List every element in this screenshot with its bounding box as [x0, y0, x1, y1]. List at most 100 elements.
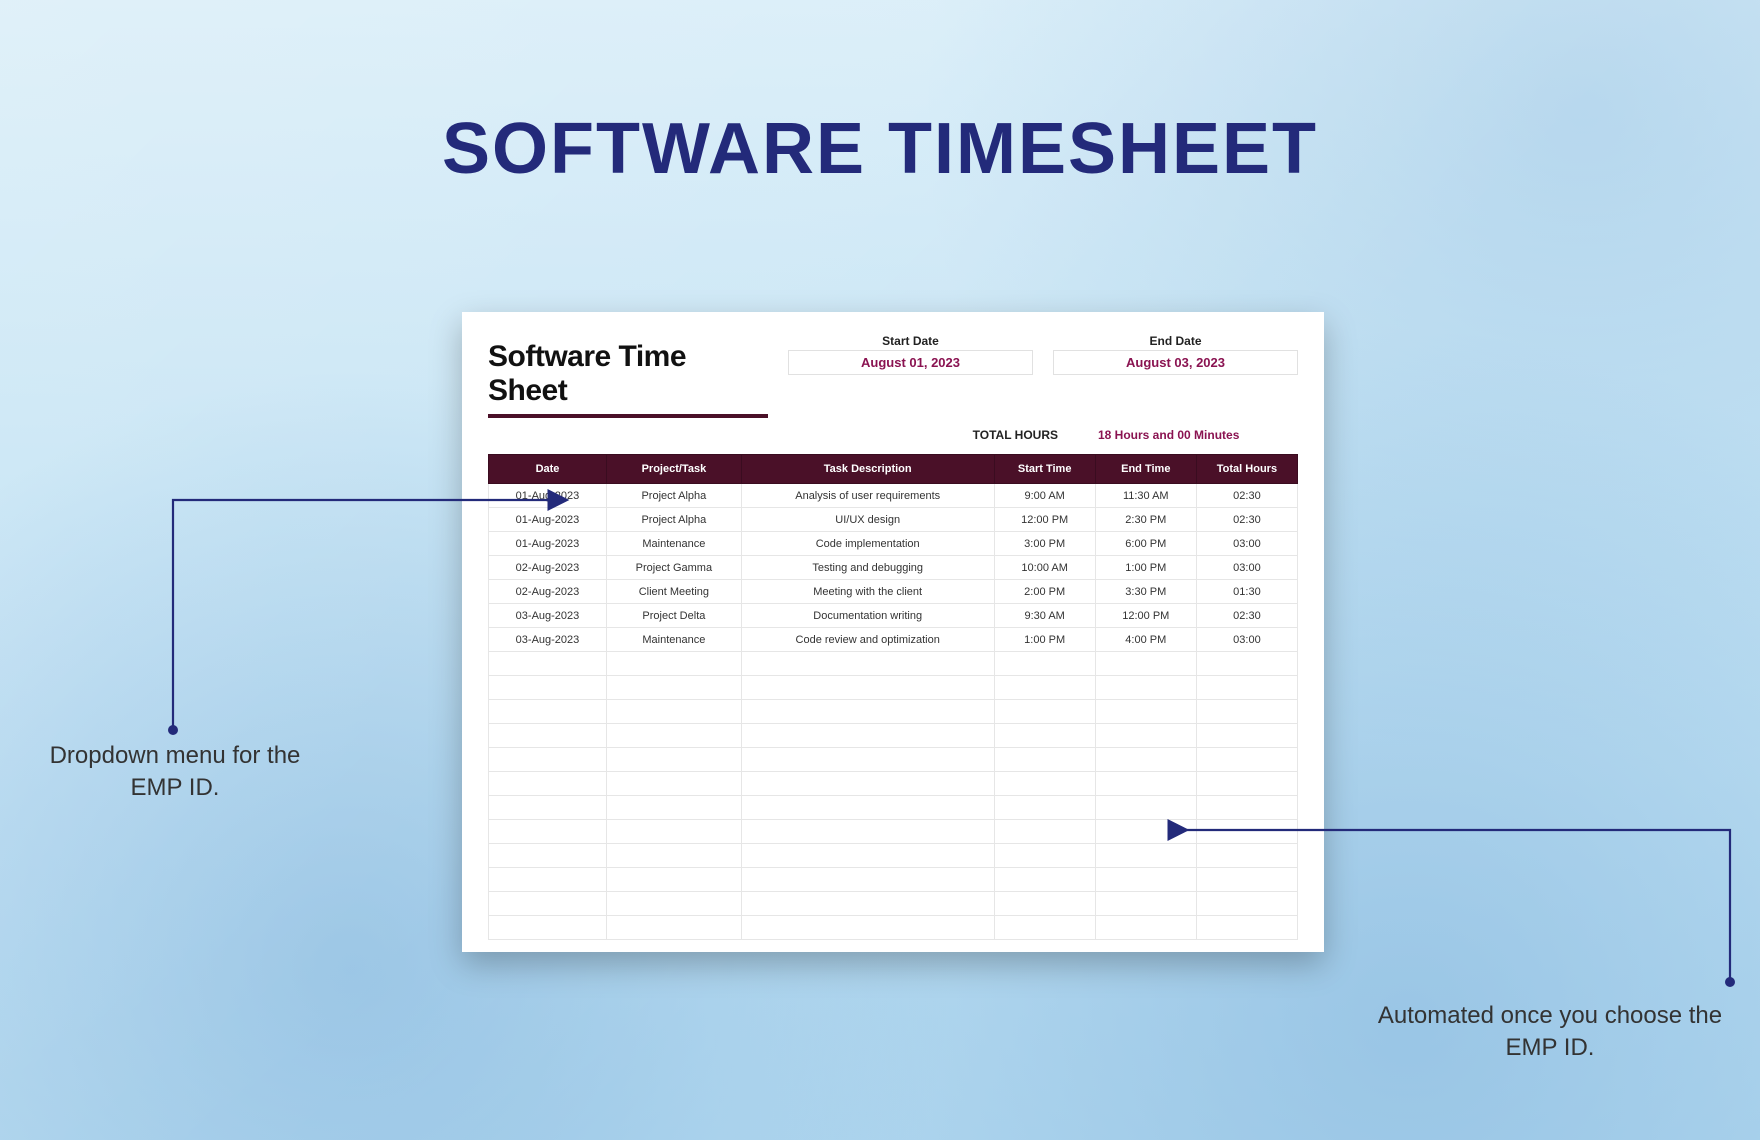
- table-row-empty[interactable]: [489, 724, 1298, 748]
- cell-project[interactable]: Client Meeting: [606, 580, 741, 604]
- cell-empty[interactable]: [489, 652, 607, 676]
- cell-empty[interactable]: [1196, 652, 1297, 676]
- cell-empty[interactable]: [489, 676, 607, 700]
- cell-empty[interactable]: [1196, 916, 1297, 940]
- cell-empty[interactable]: [489, 748, 607, 772]
- table-row-empty[interactable]: [489, 916, 1298, 940]
- cell-date[interactable]: 02-Aug-2023: [489, 580, 607, 604]
- table-row-empty[interactable]: [489, 820, 1298, 844]
- cell-end[interactable]: 1:00 PM: [1095, 556, 1196, 580]
- cell-empty[interactable]: [1095, 652, 1196, 676]
- cell-desc[interactable]: Code review and optimization: [741, 628, 994, 652]
- cell-empty[interactable]: [994, 724, 1095, 748]
- cell-empty[interactable]: [1095, 772, 1196, 796]
- cell-end[interactable]: 4:00 PM: [1095, 628, 1196, 652]
- cell-empty[interactable]: [606, 844, 741, 868]
- cell-start[interactable]: 10:00 AM: [994, 556, 1095, 580]
- cell-start[interactable]: 2:00 PM: [994, 580, 1095, 604]
- table-row[interactable]: 01-Aug-2023Project AlphaUI/UX design12:0…: [489, 508, 1298, 532]
- cell-empty[interactable]: [994, 700, 1095, 724]
- cell-empty[interactable]: [606, 700, 741, 724]
- cell-desc[interactable]: Documentation writing: [741, 604, 994, 628]
- cell-empty[interactable]: [606, 748, 741, 772]
- cell-end[interactable]: 2:30 PM: [1095, 508, 1196, 532]
- table-row[interactable]: 03-Aug-2023Project DeltaDocumentation wr…: [489, 604, 1298, 628]
- table-row-empty[interactable]: [489, 868, 1298, 892]
- cell-empty[interactable]: [489, 868, 607, 892]
- cell-empty[interactable]: [1196, 844, 1297, 868]
- start-date-value[interactable]: August 01, 2023: [788, 350, 1033, 375]
- cell-empty[interactable]: [994, 820, 1095, 844]
- cell-project[interactable]: Project Gamma: [606, 556, 741, 580]
- cell-empty[interactable]: [606, 916, 741, 940]
- cell-empty[interactable]: [1196, 796, 1297, 820]
- cell-empty[interactable]: [741, 820, 994, 844]
- cell-empty[interactable]: [606, 676, 741, 700]
- cell-empty[interactable]: [741, 724, 994, 748]
- cell-hours[interactable]: 01:30: [1196, 580, 1297, 604]
- cell-empty[interactable]: [489, 844, 607, 868]
- cell-empty[interactable]: [1196, 892, 1297, 916]
- cell-empty[interactable]: [1196, 820, 1297, 844]
- cell-project[interactable]: Project Alpha: [606, 508, 741, 532]
- cell-empty[interactable]: [1196, 868, 1297, 892]
- cell-empty[interactable]: [741, 892, 994, 916]
- cell-end[interactable]: 3:30 PM: [1095, 580, 1196, 604]
- cell-start[interactable]: 1:00 PM: [994, 628, 1095, 652]
- cell-empty[interactable]: [1196, 748, 1297, 772]
- cell-empty[interactable]: [489, 892, 607, 916]
- table-row-empty[interactable]: [489, 772, 1298, 796]
- cell-start[interactable]: 9:30 AM: [994, 604, 1095, 628]
- cell-desc[interactable]: Meeting with the client: [741, 580, 994, 604]
- cell-start[interactable]: 9:00 AM: [994, 484, 1095, 508]
- cell-empty[interactable]: [1196, 724, 1297, 748]
- cell-empty[interactable]: [1095, 700, 1196, 724]
- cell-empty[interactable]: [606, 796, 741, 820]
- cell-empty[interactable]: [741, 652, 994, 676]
- cell-empty[interactable]: [606, 724, 741, 748]
- cell-empty[interactable]: [489, 724, 607, 748]
- cell-empty[interactable]: [994, 676, 1095, 700]
- cell-empty[interactable]: [741, 844, 994, 868]
- cell-project[interactable]: Maintenance: [606, 532, 741, 556]
- table-row-empty[interactable]: [489, 748, 1298, 772]
- cell-empty[interactable]: [994, 916, 1095, 940]
- cell-empty[interactable]: [1095, 868, 1196, 892]
- cell-empty[interactable]: [1095, 844, 1196, 868]
- cell-empty[interactable]: [741, 676, 994, 700]
- cell-desc[interactable]: Testing and debugging: [741, 556, 994, 580]
- table-row-empty[interactable]: [489, 676, 1298, 700]
- cell-empty[interactable]: [489, 820, 607, 844]
- table-row-empty[interactable]: [489, 700, 1298, 724]
- table-row-empty[interactable]: [489, 652, 1298, 676]
- cell-hours[interactable]: 03:00: [1196, 628, 1297, 652]
- cell-empty[interactable]: [606, 868, 741, 892]
- cell-hours[interactable]: 02:30: [1196, 508, 1297, 532]
- cell-empty[interactable]: [489, 700, 607, 724]
- cell-empty[interactable]: [489, 916, 607, 940]
- cell-desc[interactable]: Analysis of user requirements: [741, 484, 994, 508]
- end-date-value[interactable]: August 03, 2023: [1053, 350, 1298, 375]
- cell-empty[interactable]: [741, 868, 994, 892]
- cell-empty[interactable]: [1095, 796, 1196, 820]
- cell-end[interactable]: 6:00 PM: [1095, 532, 1196, 556]
- table-row-empty[interactable]: [489, 844, 1298, 868]
- cell-end[interactable]: 11:30 AM: [1095, 484, 1196, 508]
- cell-desc[interactable]: UI/UX design: [741, 508, 994, 532]
- cell-empty[interactable]: [994, 868, 1095, 892]
- cell-project[interactable]: Project Alpha: [606, 484, 741, 508]
- table-row[interactable]: 02-Aug-2023Client MeetingMeeting with th…: [489, 580, 1298, 604]
- cell-empty[interactable]: [994, 748, 1095, 772]
- cell-empty[interactable]: [994, 772, 1095, 796]
- cell-empty[interactable]: [741, 772, 994, 796]
- cell-date[interactable]: 03-Aug-2023: [489, 604, 607, 628]
- table-row[interactable]: 03-Aug-2023MaintenanceCode review and op…: [489, 628, 1298, 652]
- cell-date[interactable]: 01-Aug-2023: [489, 484, 607, 508]
- cell-empty[interactable]: [606, 772, 741, 796]
- cell-empty[interactable]: [1196, 772, 1297, 796]
- cell-empty[interactable]: [606, 892, 741, 916]
- cell-start[interactable]: 12:00 PM: [994, 508, 1095, 532]
- cell-empty[interactable]: [606, 820, 741, 844]
- cell-empty[interactable]: [1095, 724, 1196, 748]
- cell-empty[interactable]: [741, 796, 994, 820]
